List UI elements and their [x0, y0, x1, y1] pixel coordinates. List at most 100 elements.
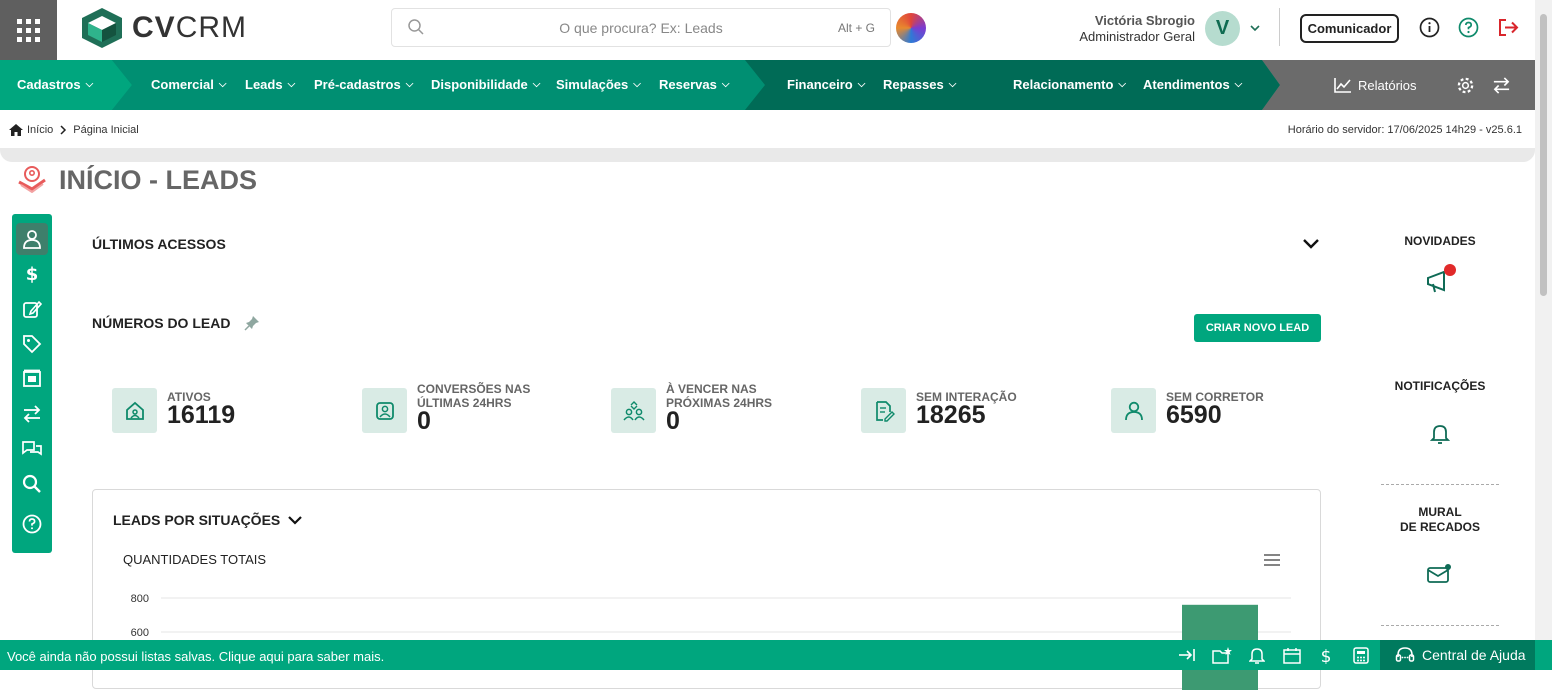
ai-assistant-orb-icon[interactable] — [896, 13, 926, 43]
pin-icon[interactable] — [244, 315, 260, 331]
divider — [1381, 625, 1499, 626]
gear-icon[interactable] — [1456, 76, 1475, 95]
chevron-down-icon[interactable] — [1302, 237, 1320, 251]
megaphone-icon[interactable] — [1425, 264, 1459, 294]
stat-label: CONVERSÕES NAS — [417, 382, 531, 396]
breadcrumb-home[interactable]: Início — [27, 124, 53, 136]
grid-icon — [17, 18, 40, 42]
sidebar-item-financeiro[interactable]: $ — [16, 258, 48, 290]
divider — [1279, 8, 1280, 46]
avatar[interactable]: V — [1205, 11, 1240, 46]
chart-line-icon — [1334, 78, 1351, 93]
nav-cadastros[interactable]: Cadastros ⌵ — [17, 77, 93, 92]
stat-value: 18265 — [916, 401, 986, 429]
sidebar-item-leads[interactable] — [16, 223, 48, 255]
sidebar-item-ajuda[interactable] — [16, 508, 48, 540]
user-info[interactable]: Victória Sbrogio Administrador Geral — [1040, 13, 1195, 44]
nav-simulacoes[interactable]: Simulações ⌵ — [556, 77, 641, 92]
info-icon[interactable] — [1419, 17, 1440, 38]
collapse-right-icon[interactable] — [1178, 647, 1196, 663]
apps-menu-button[interactable] — [0, 0, 57, 60]
scrollbar-thumb[interactable] — [1540, 14, 1547, 296]
header-divider — [0, 148, 1535, 162]
calendar-icon[interactable] — [1283, 647, 1301, 664]
nav-background — [0, 60, 1535, 110]
sidebar-item-buscar[interactable] — [16, 468, 48, 500]
mail-icon[interactable] — [1427, 563, 1451, 583]
house-icon — [112, 388, 157, 433]
search-shortcut: Alt + G — [837, 21, 875, 35]
safe-icon — [23, 369, 41, 387]
help-icon — [22, 514, 42, 534]
nav-atendimentos[interactable]: Atendimentos ⌵ — [1143, 77, 1242, 92]
stat-ativos[interactable]: ATIVOS 16119 — [112, 388, 332, 433]
chevron-down-icon[interactable] — [1249, 22, 1261, 34]
edit-icon — [23, 300, 42, 318]
leads-por-situacoes-title: LEADS POR SITUAÇÕES — [113, 512, 281, 528]
stat-sem-corretor[interactable]: SEM CORRETOR 6590 — [1111, 388, 1321, 433]
chevron-down-icon — [288, 516, 303, 525]
top-bar: CVCRM O que procura? Ex: Leads Alt + G V… — [0, 0, 1552, 60]
nav-pre-cadastros[interactable]: Pré-cadastros ⌵ — [314, 77, 413, 92]
chart-subtitle: QUANTIDADES TOTAIS — [123, 552, 267, 567]
novidades-title: NOVIDADES — [1404, 234, 1476, 248]
home-icon[interactable] — [9, 124, 23, 136]
bell-icon[interactable] — [1430, 423, 1450, 445]
sidebar-item-etiquetas[interactable] — [16, 328, 48, 360]
sidebar-item-editar[interactable] — [16, 293, 48, 325]
svg-text:$: $ — [1321, 647, 1332, 664]
stat-a-vencer[interactable]: À VENCER NAS PRÓXIMAS 24HRS 0 — [611, 382, 831, 435]
sidebar-item-conversas[interactable] — [16, 433, 48, 465]
sidebar-item-cofre[interactable] — [16, 363, 48, 395]
nav-repasses[interactable]: Repasses ⌵ — [883, 77, 956, 92]
user-name: Victória Sbrogio — [1094, 13, 1195, 28]
doc-edit-icon — [861, 388, 906, 433]
svg-text:$: $ — [26, 264, 39, 284]
stat-label-2: ÚLTIMAS 24HRS — [417, 396, 512, 410]
cvcrm-logo-icon — [82, 8, 122, 48]
stat-sem-interacao[interactable]: SEM INTERAÇÃO 18265 — [861, 388, 1081, 433]
left-sidebar: $ — [12, 214, 52, 553]
tag-icon — [23, 335, 42, 354]
divider — [1381, 484, 1499, 485]
main-nav: Cadastros ⌵ Comercial ⌵ Leads ⌵ Pré-cadastr… — [0, 60, 1535, 110]
folder-star-icon[interactable] — [1212, 647, 1232, 664]
calculator-icon[interactable] — [1353, 647, 1369, 664]
bell-icon[interactable] — [1249, 647, 1265, 664]
dollar-icon: $ — [26, 264, 39, 284]
nav-financeiro[interactable]: Financeiro ⌵ — [787, 77, 865, 92]
help-center-button[interactable]: Central de Ajuda — [1380, 640, 1535, 670]
leads-por-situacoes-toggle[interactable]: LEADS POR SITUAÇÕES — [113, 512, 303, 528]
logout-icon[interactable] — [1497, 17, 1521, 38]
nav-leads[interactable]: Leads ⌵ — [245, 77, 295, 92]
stat-label: À VENCER NAS — [666, 382, 757, 396]
user-icon — [1111, 388, 1156, 433]
create-lead-button[interactable]: CRIAR NOVO LEAD — [1194, 314, 1321, 342]
nav-reservas[interactable]: Reservas ⌵ — [659, 77, 729, 92]
page-scrollbar[interactable] — [1535, 0, 1552, 640]
user-icon — [23, 230, 41, 249]
nav-relacionamento[interactable]: Relacionamento ⌵ — [1013, 77, 1126, 92]
dollar-icon[interactable]: $ — [1319, 647, 1333, 664]
search-input[interactable]: O que procura? Ex: Leads Alt + G — [391, 8, 891, 47]
nav-disponibilidade[interactable]: Disponibilidade ⌵ — [431, 77, 540, 92]
swap-icon[interactable] — [1492, 76, 1511, 95]
user-role: Administrador Geral — [1079, 29, 1195, 44]
breadcrumb-current: Página Inicial — [73, 124, 139, 136]
chevron-right-icon — [60, 125, 67, 135]
nav-relatorios[interactable]: Relatórios — [1334, 77, 1417, 93]
logo[interactable]: CVCRM — [82, 8, 247, 48]
y-tick-label: 600 — [131, 627, 149, 639]
menu-icon[interactable] — [1263, 553, 1281, 567]
sidebar-item-transferir[interactable] — [16, 398, 48, 430]
ultimos-acessos-title: ÚLTIMOS ACESSOS — [92, 236, 226, 252]
stat-conversoes[interactable]: CONVERSÕES NAS ÚLTIMAS 24HRS 0 — [362, 382, 582, 435]
stat-value: 0 — [417, 407, 431, 435]
footer-bar: Você ainda não possui listas salvas. Cli… — [0, 640, 1552, 670]
nav-comercial[interactable]: Comercial ⌵ — [151, 77, 226, 92]
numeros-lead-title: NÚMEROS DO LEAD — [92, 315, 231, 331]
help-icon[interactable] — [1458, 17, 1479, 38]
notificacoes-title: NOTIFICAÇÕES — [1394, 379, 1486, 393]
comunicador-button[interactable]: Comunicador — [1300, 14, 1399, 43]
saved-lists-message[interactable]: Você ainda não possui listas salvas. Cli… — [7, 649, 384, 664]
